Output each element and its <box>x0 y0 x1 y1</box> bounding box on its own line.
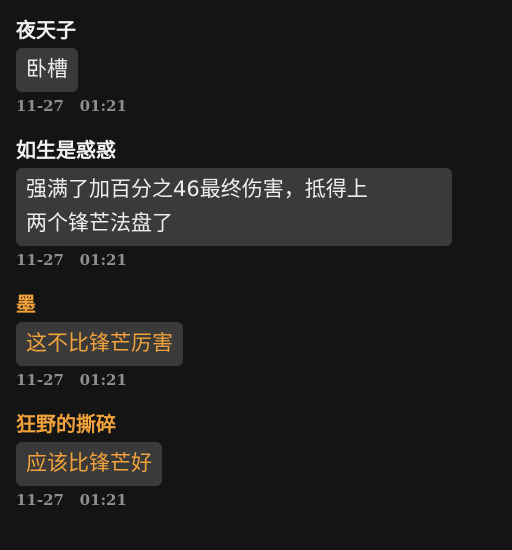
message-bubble[interactable]: 应该比锋芒好 <box>16 442 162 486</box>
message-text-line: 两个锋芒法盘了 <box>26 211 173 235</box>
message-bubble[interactable]: 这不比锋芒厉害 <box>16 322 183 366</box>
message-author[interactable]: 狂野的撕碎 <box>16 410 512 438</box>
message-timestamp: 11-27 01:21 <box>16 491 127 509</box>
message-bubble[interactable]: 强满了加百分之46最终伤害，抵得上 两个锋芒法盘了 <box>16 168 452 246</box>
message-author[interactable]: 如生是惑惑 <box>16 136 512 164</box>
message-timestamp: 11-27 01:21 <box>16 371 127 389</box>
chat-message: 夜天子 卧槽 11-27 01:21 <box>16 16 512 116</box>
message-bubble[interactable]: 卧槽 <box>16 48 78 92</box>
message-timestamp: 11-27 01:21 <box>16 251 127 269</box>
message-author[interactable]: 夜天子 <box>16 16 512 44</box>
message-timestamp: 11-27 01:21 <box>16 97 127 115</box>
message-text-line: 强满了加百分之46最终伤害，抵得上 <box>26 177 368 201</box>
message-author[interactable]: 墨 <box>16 290 512 318</box>
chat-message: 如生是惑惑 强满了加百分之46最终伤害，抵得上 两个锋芒法盘了 11-27 01… <box>16 136 512 270</box>
chat-message-list: 夜天子 卧槽 11-27 01:21 如生是惑惑 强满了加百分之46最终伤害，抵… <box>0 0 512 550</box>
chat-message: 墨 这不比锋芒厉害 11-27 01:21 <box>16 290 512 390</box>
chat-message: 狂野的撕碎 应该比锋芒好 11-27 01:21 <box>16 410 512 510</box>
